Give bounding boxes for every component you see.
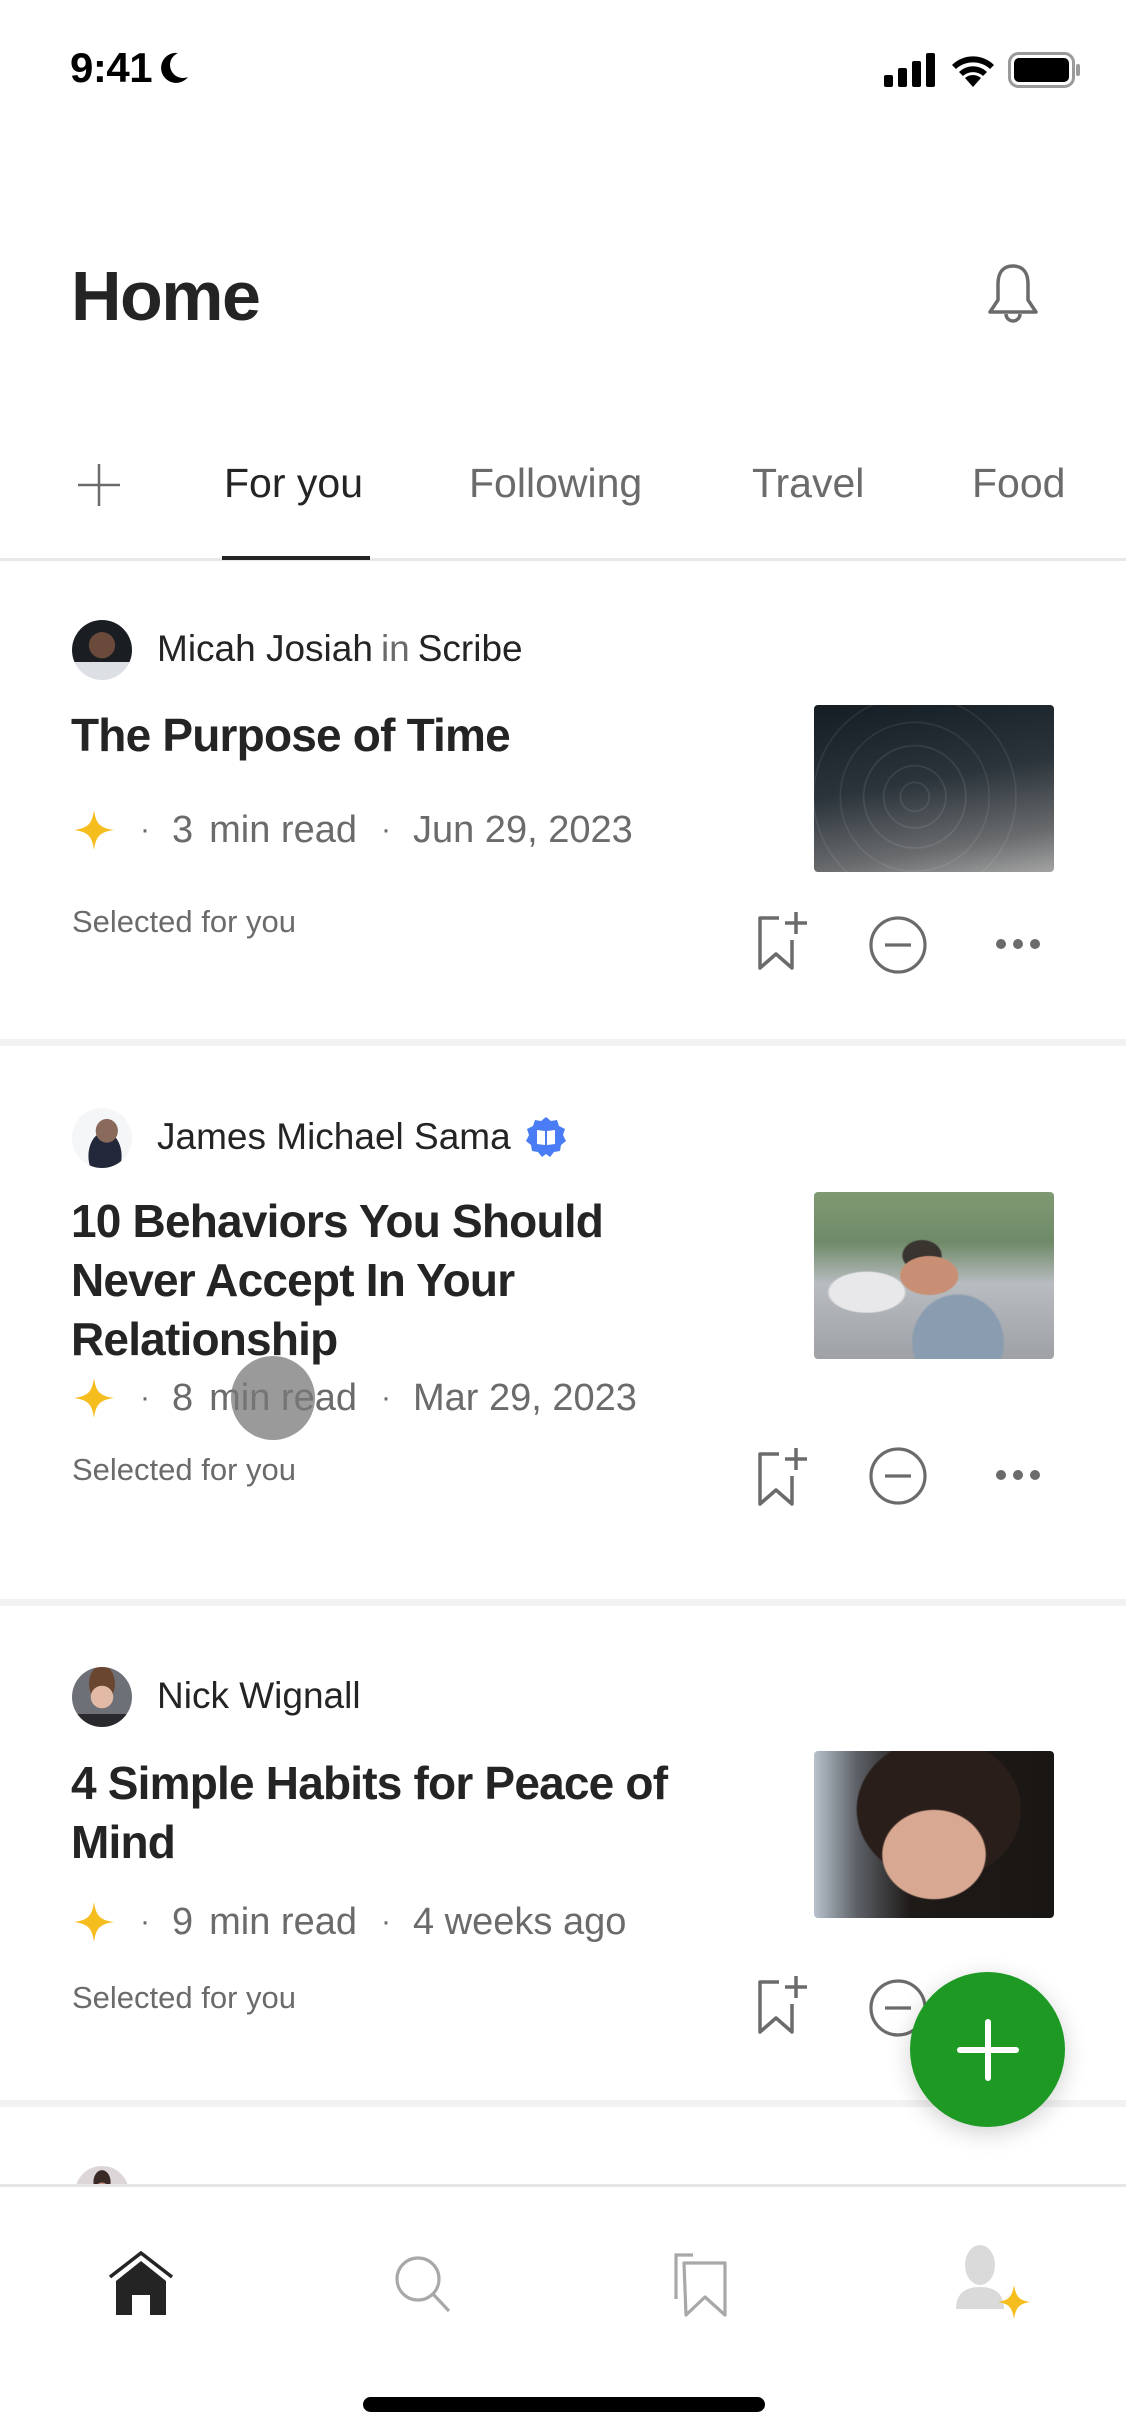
card-divider: [0, 1599, 1126, 1606]
more-horizontal-icon: [996, 1470, 1040, 1480]
notifications-button[interactable]: [982, 262, 1044, 328]
wifi-icon: [952, 56, 994, 87]
more-options-button[interactable]: [994, 933, 1042, 960]
author-avatar[interactable]: [72, 620, 132, 680]
author-name[interactable]: James Michael Sama: [157, 1116, 511, 1158]
author-avatar[interactable]: [72, 1108, 132, 1168]
article-card[interactable]: Micah Josiah in Scribe The Purpose of Ti…: [0, 600, 1126, 1040]
bookmarks-icon: [674, 2253, 727, 2317]
topic-tabs: For you Following Travel Food: [0, 440, 1126, 561]
tab-food[interactable]: Food: [972, 460, 1065, 507]
more-horizontal-icon: [996, 939, 1040, 949]
moon-icon: [161, 52, 189, 83]
bookmark-add-icon: [758, 1448, 807, 1506]
separator: ·: [140, 1381, 150, 1414]
add-topic-button[interactable]: [76, 462, 122, 508]
author-line: Nick Wignall: [157, 1675, 361, 1717]
search-icon: [395, 2256, 451, 2313]
sparkle-icon: [74, 810, 114, 850]
battery-icon: [1008, 52, 1080, 88]
author-name[interactable]: Micah Josiah: [157, 628, 373, 670]
article-thumbnail[interactable]: [814, 1751, 1054, 1918]
bookmark-add-icon: [758, 1976, 807, 2034]
nav-search[interactable]: [378, 2239, 468, 2329]
author-line: James Michael Sama: [157, 1116, 567, 1158]
article-title[interactable]: The Purpose of Time: [71, 706, 711, 765]
publish-date: 4 weeks ago: [412, 1900, 627, 1943]
write-story-button[interactable]: [910, 1972, 1065, 2127]
separator: ·: [380, 1905, 391, 1938]
tab-following[interactable]: Following: [469, 460, 642, 507]
minus-circle-icon: [869, 916, 927, 974]
more-options-button[interactable]: [994, 1464, 1042, 1491]
active-tab-indicator: [222, 556, 370, 560]
tabs-divider: [0, 558, 1126, 561]
author-name[interactable]: Nick Wignall: [157, 1675, 361, 1717]
article-meta: · 9 min read · 4 weeks ago: [72, 1900, 626, 1944]
verified-badge: [525, 1116, 567, 1158]
read-minutes: 9: [172, 1900, 194, 1943]
bell-icon: [988, 264, 1038, 323]
nav-library[interactable]: [656, 2239, 746, 2329]
cellular-signal-icon: [884, 53, 935, 87]
tab-travel[interactable]: Travel: [752, 460, 864, 507]
page-title: Home: [71, 257, 261, 335]
tab-for-you[interactable]: For you: [224, 460, 363, 507]
read-label: min read: [209, 808, 357, 851]
article-title[interactable]: 10 Behaviors You Should Never Accept In …: [71, 1192, 711, 1369]
read-minutes: 3: [172, 808, 194, 851]
plus-icon: [78, 464, 120, 506]
profile-icon: [956, 2245, 1030, 2319]
separator: ·: [380, 813, 391, 846]
author-avatar[interactable]: [72, 1667, 132, 1727]
article-thumbnail[interactable]: [814, 705, 1054, 872]
home-indicator: [363, 2397, 765, 2412]
save-button[interactable]: [757, 1974, 809, 2039]
recommendation-reason: Selected for you: [72, 1980, 297, 2015]
article-meta: · 8 min read · Mar 29, 2023: [72, 1376, 637, 1420]
sparkle-icon: [74, 1378, 114, 1418]
read-label: min read: [209, 1900, 357, 1943]
nav-home[interactable]: [96, 2239, 186, 2329]
minus-circle-icon: [869, 1447, 927, 1505]
show-less-button[interactable]: [868, 915, 928, 980]
recommendation-reason: Selected for you: [72, 904, 297, 939]
publish-date: Mar 29, 2023: [412, 1376, 637, 1419]
recommendation-reason: Selected for you: [72, 1452, 297, 1487]
in-label: in: [380, 628, 410, 669]
publish-date: Jun 29, 2023: [412, 808, 633, 851]
article-meta: · 3 min read · Jun 29, 2023: [72, 808, 633, 852]
card-divider: [0, 1039, 1126, 1046]
bookmark-add-icon: [758, 912, 807, 970]
separator: ·: [380, 1381, 391, 1414]
nav-profile[interactable]: [946, 2239, 1036, 2329]
status-bar-time: 9:41: [70, 44, 190, 92]
publication-name[interactable]: Scribe: [418, 628, 523, 670]
article-card[interactable]: James Michael Sama 10 Behaviors You Shou…: [0, 1086, 1126, 1556]
save-button[interactable]: [757, 1446, 809, 1511]
separator: ·: [140, 813, 150, 846]
article-thumbnail[interactable]: [814, 1192, 1054, 1359]
save-button[interactable]: [757, 910, 809, 975]
plus-icon: [956, 2018, 1019, 2081]
status-bar-indicators: [884, 52, 1082, 88]
article-title[interactable]: 4 Simple Habits for Peace of Mind: [71, 1754, 711, 1872]
author-line: Micah Josiah in Scribe: [157, 628, 523, 670]
touch-indicator: [231, 1356, 315, 1440]
home-icon: [108, 2251, 174, 2315]
verified-book-icon: [525, 1117, 566, 1157]
read-minutes: 8: [172, 1376, 194, 1419]
show-less-button[interactable]: [868, 1446, 928, 1511]
sparkle-icon: [74, 1902, 114, 1942]
clock: 9:41: [70, 44, 153, 91]
separator: ·: [140, 1905, 150, 1938]
